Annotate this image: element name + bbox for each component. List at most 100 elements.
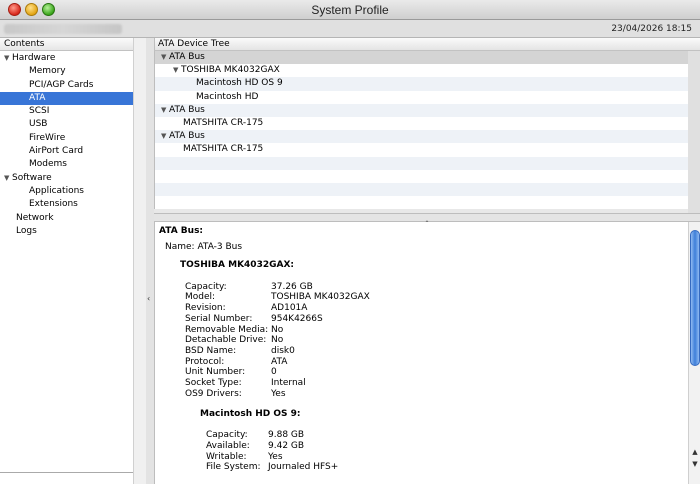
tree-scrollbar[interactable] bbox=[688, 51, 700, 213]
field-row: File System: Journaled HFS+ bbox=[206, 462, 679, 473]
sidebar-item-label: AirPort Card bbox=[29, 146, 84, 157]
sidebar-item-label: Logs bbox=[16, 225, 37, 236]
sidebar-item-memory[interactable]: Memory bbox=[0, 65, 133, 78]
tree-row-label: Macintosh HD OS 9 bbox=[196, 78, 283, 89]
sidebar-item-modems[interactable]: Modems bbox=[0, 158, 133, 171]
sidebar-bottom-border bbox=[0, 472, 133, 474]
tree-row[interactable]: Macintosh HD OS 9 bbox=[155, 77, 688, 91]
tree-row[interactable]: ▼ ATA Bus bbox=[155, 103, 688, 117]
sidebar-item-airport-card[interactable]: AirPort Card bbox=[0, 145, 133, 158]
volume-fields: Capacity: 9.88 GB Available: 9.42 GB Writabl… bbox=[159, 430, 679, 473]
splitter-up-icon: ‸ bbox=[425, 213, 429, 222]
field-value: 954K4266S bbox=[271, 313, 323, 324]
field-row: Model: TOSHIBA MK4032GAX bbox=[185, 292, 679, 303]
sidebar-item-label: Software bbox=[12, 172, 52, 183]
tree-row[interactable] bbox=[155, 182, 688, 197]
disclosure-triangle-icon[interactable]: ▼ bbox=[173, 64, 181, 77]
sidebar-item-logs[interactable]: Logs bbox=[0, 225, 133, 238]
tree-row-label: Macintosh HD bbox=[196, 91, 259, 102]
sidebar-item-network[interactable]: Network bbox=[0, 212, 133, 225]
field-value: Yes bbox=[268, 451, 283, 462]
sidebar-item-extensions[interactable]: Extensions bbox=[0, 198, 133, 211]
field-key: Removable Media: bbox=[185, 324, 269, 335]
disclosure-triangle-icon[interactable]: ▼ bbox=[161, 51, 169, 64]
sidebar-header: Contents bbox=[0, 38, 145, 51]
contents-sidebar: Contents ▼ Hardware Memory PCI/AGP Cards ATA… bbox=[0, 38, 146, 484]
disclosure-triangle-icon[interactable]: ▼ bbox=[4, 172, 12, 185]
tree-row-label: ATA Bus bbox=[169, 52, 205, 62]
sidebar-item-label: PCI/AGP Cards bbox=[29, 79, 94, 90]
field-key: Revision: bbox=[185, 303, 226, 314]
sidebar-item-label: Modems bbox=[29, 159, 67, 170]
detail-panel: ATA Bus: Name: ATA-3 Bus TOSHIBA MK4032G… bbox=[154, 222, 688, 484]
tree-row-label: MATSHITA CR-175 bbox=[183, 117, 264, 128]
disclosure-triangle-icon[interactable]: ▼ bbox=[161, 130, 169, 143]
tree-row[interactable]: ▼ TOSHIBA MK4032GAX bbox=[155, 64, 688, 78]
sidebar-item-applications[interactable]: Applications bbox=[0, 185, 133, 198]
sidebar-item-software[interactable]: ▼ Software bbox=[0, 172, 133, 185]
volume-title: Macintosh HD OS 9: bbox=[200, 409, 301, 420]
tree-row[interactable]: MATSHITA CR-175 bbox=[155, 116, 688, 131]
sidebar-item-firewire[interactable]: FireWire bbox=[0, 132, 133, 145]
field-value: 37.26 GB bbox=[271, 281, 313, 292]
field-value: AD101A bbox=[271, 303, 308, 314]
title-bar: System Profile bbox=[0, 0, 700, 20]
scroll-down-icon[interactable]: ▼ bbox=[690, 460, 700, 470]
field-value: No bbox=[271, 335, 284, 346]
field-row: Detachable Drive: No bbox=[185, 335, 679, 346]
field-value: Internal bbox=[271, 377, 306, 388]
horizontal-splitter[interactable]: ‸ bbox=[154, 213, 700, 222]
sidebar-item-usb[interactable]: USB bbox=[0, 118, 133, 131]
field-row: Available: 9.42 GB bbox=[206, 441, 679, 452]
field-row: Capacity: 9.88 GB bbox=[206, 430, 679, 441]
window-title: System Profile bbox=[311, 3, 389, 17]
field-row: OS9 Drivers: Yes bbox=[185, 389, 679, 400]
tree-row[interactable]: ▼ ATA Bus bbox=[155, 130, 688, 144]
scroll-up-icon[interactable]: ▲ bbox=[690, 448, 700, 458]
tree-row[interactable]: Macintosh HD bbox=[155, 90, 688, 104]
toolbar: 23/04/2026 18:15 bbox=[0, 20, 700, 38]
bus-name: Name: ATA-3 Bus bbox=[165, 242, 243, 252]
splitter-grip-icon: ‹ bbox=[147, 294, 151, 303]
field-key: Socket Type: bbox=[185, 377, 242, 388]
field-row: Socket Type: Internal bbox=[185, 378, 679, 389]
sidebar-item-label: Memory bbox=[29, 66, 66, 77]
scrollbar-thumb[interactable] bbox=[690, 230, 700, 366]
field-key: Capacity: bbox=[185, 281, 227, 292]
field-value: No bbox=[271, 324, 284, 335]
disclosure-triangle-icon[interactable]: ▼ bbox=[4, 52, 12, 65]
report-datetime: 23/04/2026 18:15 bbox=[611, 24, 692, 34]
tree-row[interactable] bbox=[155, 156, 688, 170]
sidebar-item-hardware[interactable]: ▼ Hardware bbox=[0, 52, 133, 65]
device-tree-panel: ATA Device Tree ▼ ATA Bus ▼ TOSHIBA MK4032G… bbox=[154, 38, 700, 213]
tree-row-label: TOSHIBA MK4032GAX bbox=[181, 65, 280, 76]
tree-row[interactable] bbox=[155, 169, 688, 183]
field-row: Capacity: 37.26 GB bbox=[185, 282, 679, 293]
field-key: Protocol: bbox=[185, 356, 225, 367]
sidebar-item-label: Hardware bbox=[12, 53, 56, 63]
device-tree: ▼ ATA Bus ▼ TOSHIBA MK4032GAX Macintosh HD O… bbox=[154, 51, 688, 210]
sidebar-scrollbar[interactable] bbox=[133, 38, 146, 484]
field-row: Unit Number: 0 bbox=[185, 367, 679, 378]
field-key: Unit Number: bbox=[185, 367, 246, 378]
tree-row-label: ATA Bus bbox=[169, 131, 205, 142]
tree-row-label: MATSHITA CR-175 bbox=[183, 144, 264, 155]
detail-title: ATA Bus: bbox=[159, 226, 204, 236]
tree-row[interactable] bbox=[155, 196, 688, 210]
disclosure-triangle-icon[interactable]: ▼ bbox=[161, 104, 169, 117]
field-key: Available: bbox=[206, 441, 250, 452]
redacted-computer-name bbox=[4, 24, 122, 34]
sidebar-item-pci-agp-cards[interactable]: PCI/AGP Cards bbox=[0, 79, 133, 92]
device-fields: Capacity: 37.26 GB Model: TOSHIBA MK4032GAX… bbox=[159, 282, 679, 400]
sidebar-item-ata[interactable]: ATA bbox=[0, 91, 133, 106]
sidebar-item-label: ATA bbox=[29, 92, 46, 103]
field-key: Model: bbox=[185, 292, 216, 303]
field-key: Capacity: bbox=[206, 430, 248, 441]
vertical-splitter[interactable]: ‹ bbox=[146, 38, 154, 484]
field-value: 0 bbox=[271, 367, 277, 378]
sidebar-list: ▼ Hardware Memory PCI/AGP Cards ATA SCSI USB Fi… bbox=[0, 52, 133, 238]
sidebar-item-scsi[interactable]: SCSI bbox=[0, 105, 133, 118]
detail-scrollbar[interactable]: ▲ ▼ bbox=[688, 222, 700, 484]
tree-row[interactable]: ▼ ATA Bus bbox=[155, 51, 688, 65]
tree-row[interactable]: MATSHITA CR-175 bbox=[155, 143, 688, 157]
